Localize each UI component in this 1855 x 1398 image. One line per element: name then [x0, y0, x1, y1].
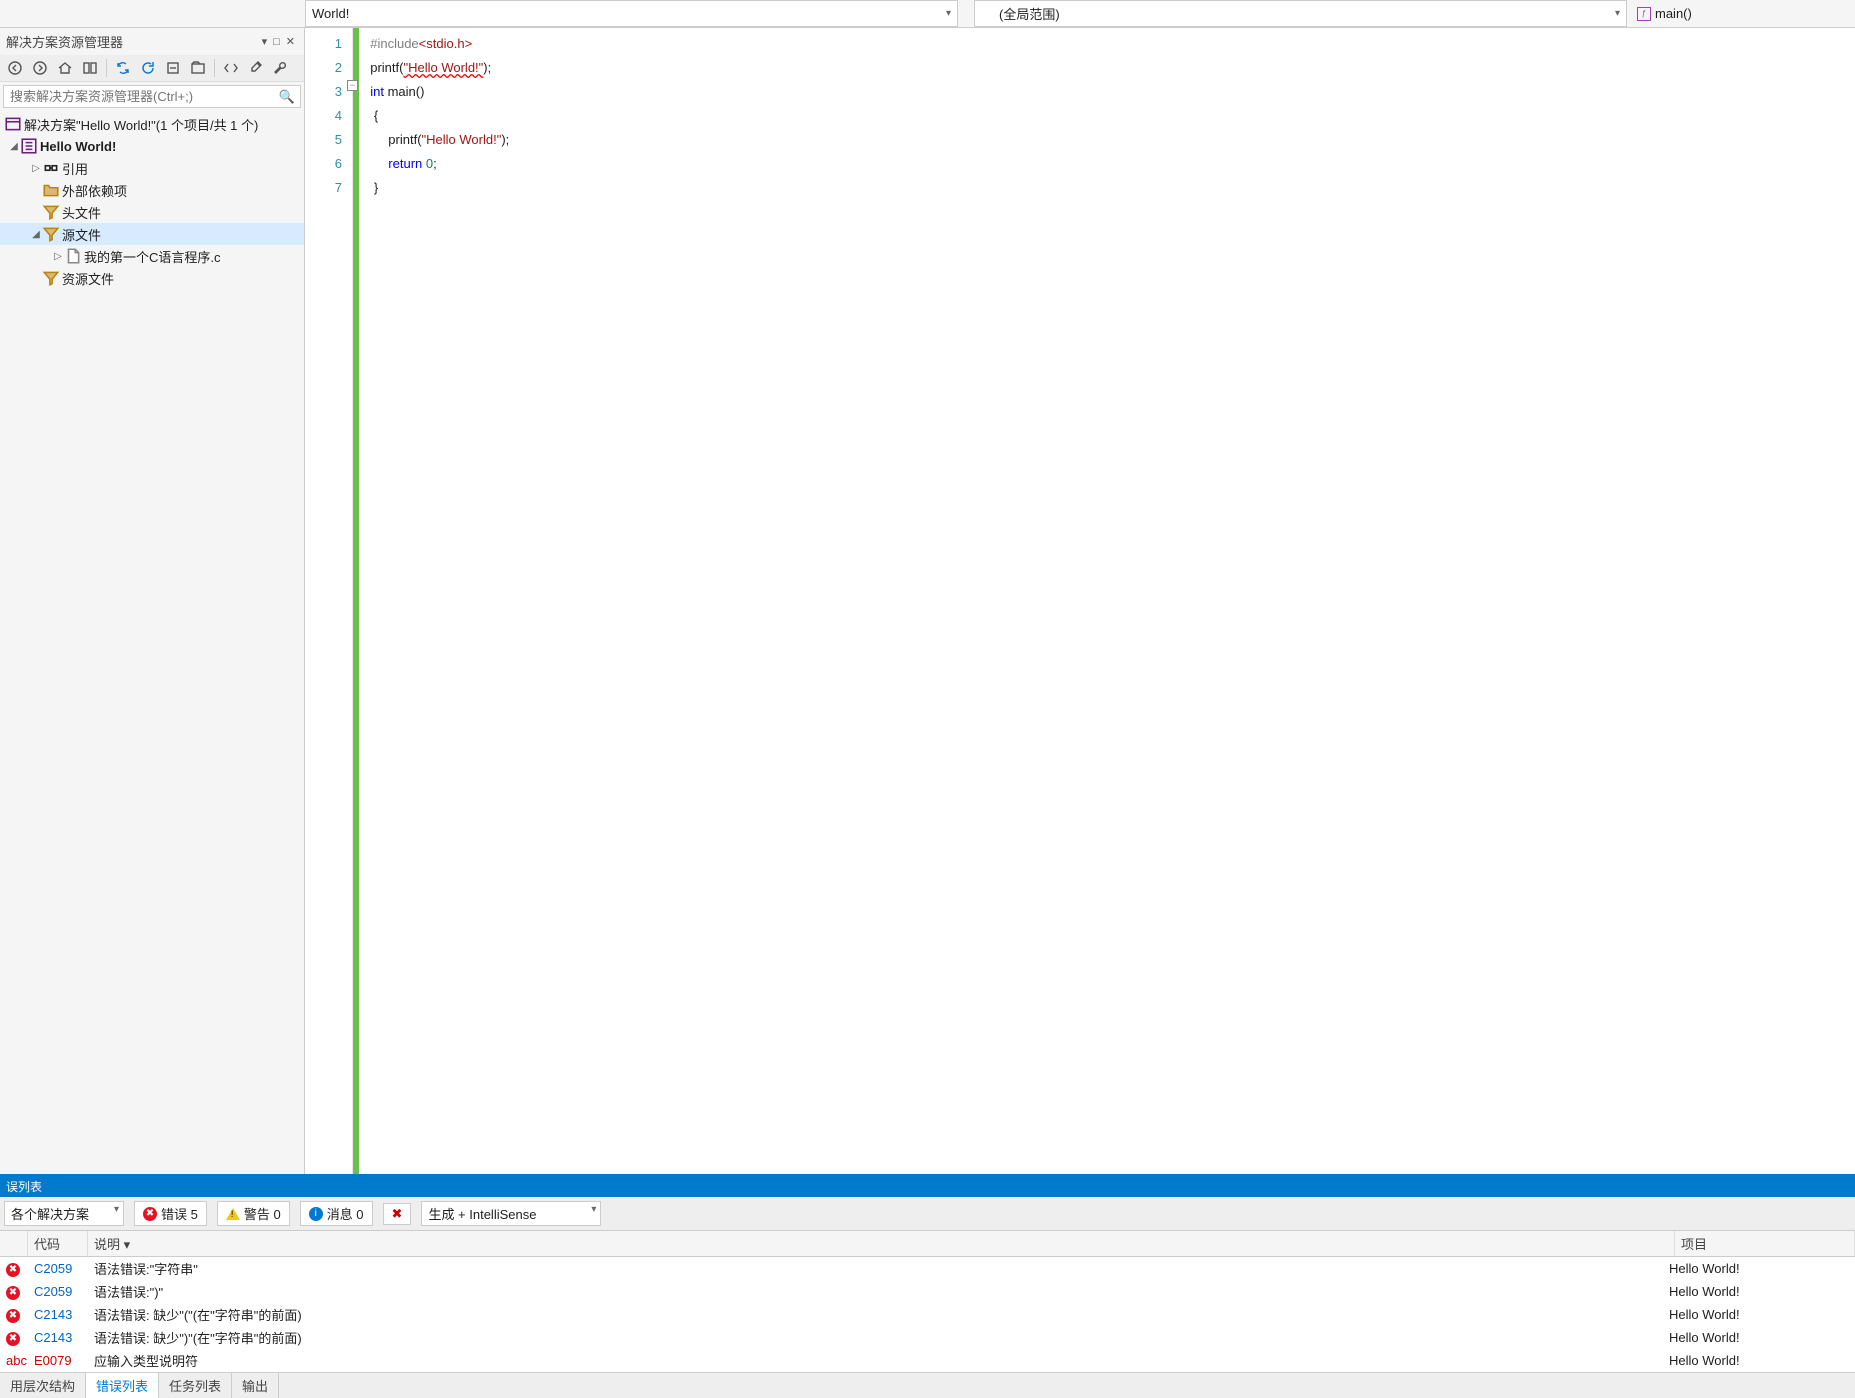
function-icon: ƒ — [1637, 7, 1651, 21]
error-row[interactable]: ✖ C2059 语法错误:")" Hello World! — [0, 1280, 1855, 1303]
home-icon[interactable] — [54, 57, 76, 79]
error-filter-bar: 各个解决方案 ✖错误 5 警告 0 i消息 0 ✖ 生成 + IntelliSe… — [0, 1197, 1855, 1231]
intellisense-error-icon: abc — [6, 1353, 27, 1368]
col-code[interactable]: 代码 — [28, 1231, 88, 1256]
solution-tree: 解决方案"Hello World!"(1 个项目/共 1 个) ◢ Hello … — [0, 111, 304, 1174]
code-icon[interactable] — [220, 57, 242, 79]
source-files-node[interactable]: ◢ 源文件 — [0, 223, 304, 245]
filter-icon — [42, 203, 60, 221]
show-all-icon[interactable] — [187, 57, 209, 79]
messages-toggle[interactable]: i消息 0 — [300, 1201, 373, 1226]
error-icon: ✖ — [6, 1286, 20, 1300]
error-row[interactable]: abc E0079 应输入类型说明符 Hello World! — [0, 1349, 1855, 1372]
chevron-down-icon: ▾ — [946, 8, 951, 19]
pin-icon[interactable]: ▾ — [259, 35, 271, 48]
panel-header: 解决方案资源管理器 ▾ □ ✕ — [0, 28, 304, 55]
scope-dropdown-value: (全局范围) — [999, 4, 1060, 23]
function-dropdown-value: main() — [1655, 6, 1692, 21]
filter-icon — [42, 225, 60, 243]
search-input[interactable] — [3, 85, 301, 108]
properties-icon[interactable] — [245, 57, 267, 79]
c-file-icon — [64, 247, 82, 265]
error-list-caption: 误列表 — [0, 1176, 1855, 1197]
file-dropdown[interactable]: World! ▾ — [305, 0, 958, 27]
error-list-panel: 误列表 各个解决方案 ✖错误 5 警告 0 i消息 0 ✖ 生成 + Intel… — [0, 1174, 1855, 1398]
error-row[interactable]: ✖ C2143 语法错误: 缺少")"(在"字符串"的前面) Hello Wor… — [0, 1326, 1855, 1349]
sync-icon[interactable] — [112, 57, 134, 79]
file-dropdown-value: World! — [312, 6, 349, 21]
col-icon[interactable] — [0, 1231, 28, 1256]
solution-node[interactable]: 解决方案"Hello World!"(1 个项目/共 1 个) — [0, 113, 304, 135]
solution-icon — [4, 115, 22, 133]
project-node[interactable]: ◢ Hello World! — [0, 135, 304, 157]
info-icon: i — [309, 1207, 323, 1221]
switch-view-icon[interactable] — [79, 57, 101, 79]
source-combo[interactable]: 生成 + IntelliSense — [421, 1201, 601, 1226]
references-node[interactable]: ▷ 引用 — [0, 157, 304, 179]
clear-filter-button[interactable]: ✖ — [383, 1203, 412, 1225]
scope-combo[interactable]: 各个解决方案 — [4, 1201, 124, 1226]
explorer-search: 🔍 — [3, 85, 301, 108]
error-icon: ✖ — [143, 1207, 157, 1221]
error-rows: ✖ C2059 语法错误:"字符串" Hello World! ✖ C2059 … — [0, 1257, 1855, 1372]
back-icon[interactable] — [4, 57, 26, 79]
editor-context-bar: World! ▾ (全局范围) ▾ ƒ main() — [0, 0, 1855, 28]
error-list-header: 代码 说明 ▾ 项目 — [0, 1231, 1855, 1257]
code-area[interactable]: − #include<stdio.h> printf("Hello World!… — [359, 28, 1855, 1174]
outline-collapse-icon[interactable]: − — [347, 80, 358, 91]
close-icon[interactable]: ✕ — [283, 35, 298, 48]
col-desc[interactable]: 说明 ▾ — [88, 1231, 1675, 1256]
error-icon: ✖ — [6, 1263, 20, 1277]
refresh-icon[interactable] — [137, 57, 159, 79]
warnings-toggle[interactable]: 警告 0 — [217, 1201, 290, 1226]
expander-icon[interactable]: ◢ — [8, 141, 20, 152]
scope-dropdown[interactable]: (全局范围) ▾ — [974, 0, 1627, 27]
errors-toggle[interactable]: ✖错误 5 — [134, 1201, 207, 1226]
headers-node[interactable]: 头文件 — [0, 201, 304, 223]
warning-icon — [226, 1208, 240, 1220]
error-row[interactable]: ✖ C2143 语法错误: 缺少"("(在"字符串"的前面) Hello Wor… — [0, 1303, 1855, 1326]
solution-explorer: 解决方案资源管理器 ▾ □ ✕ 🔍 解决方案" — [0, 28, 305, 1174]
expander-icon[interactable]: ▷ — [30, 163, 42, 174]
forward-icon[interactable] — [29, 57, 51, 79]
filter-icon — [42, 269, 60, 287]
expander-icon[interactable]: ◢ — [30, 229, 42, 240]
expander-icon[interactable]: ▷ — [52, 251, 64, 262]
external-deps-node[interactable]: 外部依赖项 — [0, 179, 304, 201]
tab-task-list[interactable]: 任务列表 — [159, 1373, 232, 1398]
tab-error-list[interactable]: 错误列表 — [86, 1373, 159, 1398]
tab-hierarchy[interactable]: 用层次结构 — [0, 1373, 86, 1398]
resources-node[interactable]: 资源文件 — [0, 267, 304, 289]
folder-icon — [42, 181, 60, 199]
output-tabs: 用层次结构 错误列表 任务列表 输出 — [0, 1372, 1855, 1398]
line-gutter: 1 2 3 4 5 6 7 — [305, 28, 353, 1174]
source-file-node[interactable]: ▷ 我的第一个C语言程序.c — [0, 245, 304, 267]
chevron-down-icon: ▾ — [1615, 8, 1620, 19]
function-dropdown[interactable]: ƒ main() — [1631, 0, 1851, 27]
wrench-icon[interactable] — [270, 57, 292, 79]
references-icon — [42, 159, 60, 177]
error-row[interactable]: ✖ C2059 语法错误:"字符串" Hello World! — [0, 1257, 1855, 1280]
project-icon — [20, 137, 38, 155]
col-project[interactable]: 项目 — [1675, 1231, 1855, 1256]
code-editor[interactable]: 1 2 3 4 5 6 7 − #include<stdio.h> printf… — [305, 28, 1855, 1174]
error-icon: ✖ — [6, 1332, 20, 1346]
panel-title: 解决方案资源管理器 — [6, 32, 259, 51]
tab-output[interactable]: 输出 — [232, 1373, 279, 1398]
filter-off-icon: ✖ — [392, 1206, 403, 1222]
error-icon: ✖ — [6, 1309, 20, 1323]
search-icon[interactable]: 🔍 — [279, 89, 295, 105]
explorer-toolbar — [0, 55, 304, 82]
dock-icon[interactable]: □ — [270, 36, 283, 48]
collapse-icon[interactable] — [162, 57, 184, 79]
